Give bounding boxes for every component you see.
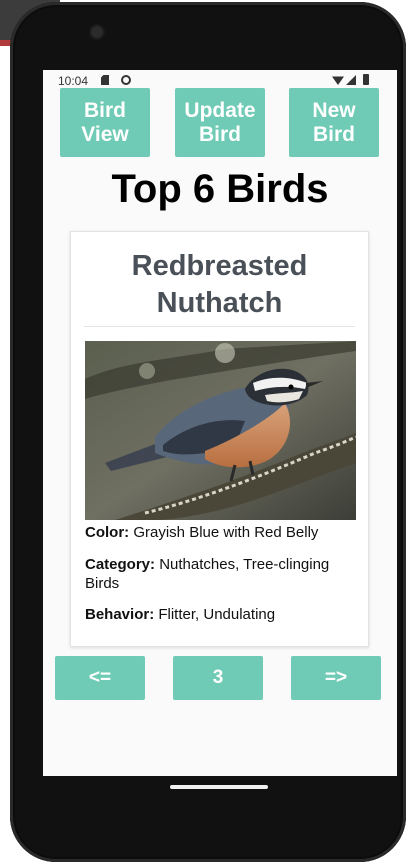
new-bird-button[interactable]: New Bird	[289, 88, 379, 157]
bird-name: Redbreasted Nuthatch	[131, 250, 308, 319]
behavior-value: Flitter, Undulating	[158, 606, 276, 623]
page-number-button[interactable]: 3	[173, 656, 263, 700]
home-gesture-bar[interactable]	[170, 785, 268, 789]
color-value: Grayish Blue with Red Belly	[133, 524, 319, 541]
previous-bird-button[interactable]: <=	[55, 656, 145, 700]
sim-card-icon	[101, 75, 109, 85]
bird-view-button[interactable]: Bird View	[60, 88, 150, 157]
bird-category-detail: Category: Nuthatches, Tree-clinging Bird…	[85, 555, 355, 593]
cell-signal-icon	[346, 75, 356, 85]
bird-photo	[85, 341, 356, 520]
phone-frame: 10:04 Bird View Update Bird New Bird Top…	[10, 2, 406, 862]
update-bird-button[interactable]: Update Bird	[175, 88, 265, 157]
category-label: Category:	[85, 556, 156, 573]
bird-behavior-detail: Behavior: Flitter, Undulating	[85, 605, 355, 624]
next-bird-button[interactable]: =>	[291, 656, 381, 700]
front-camera-icon	[91, 26, 103, 38]
bird-color-detail: Color: Grayish Blue with Red Belly	[85, 523, 355, 542]
card-divider	[84, 326, 355, 327]
behavior-label: Behavior:	[85, 606, 155, 623]
app-screen: 10:04 Bird View Update Bird New Bird Top…	[43, 70, 397, 776]
page-title: Top 6 Birds	[111, 167, 329, 211]
battery-icon	[363, 74, 369, 85]
sync-icon	[121, 75, 131, 85]
wifi-icon	[332, 76, 344, 85]
status-time: 10:04	[58, 74, 89, 88]
color-label: Color:	[85, 524, 130, 541]
bird-card: Redbreasted Nuthatch Color: Grayish Blue…	[70, 231, 369, 647]
